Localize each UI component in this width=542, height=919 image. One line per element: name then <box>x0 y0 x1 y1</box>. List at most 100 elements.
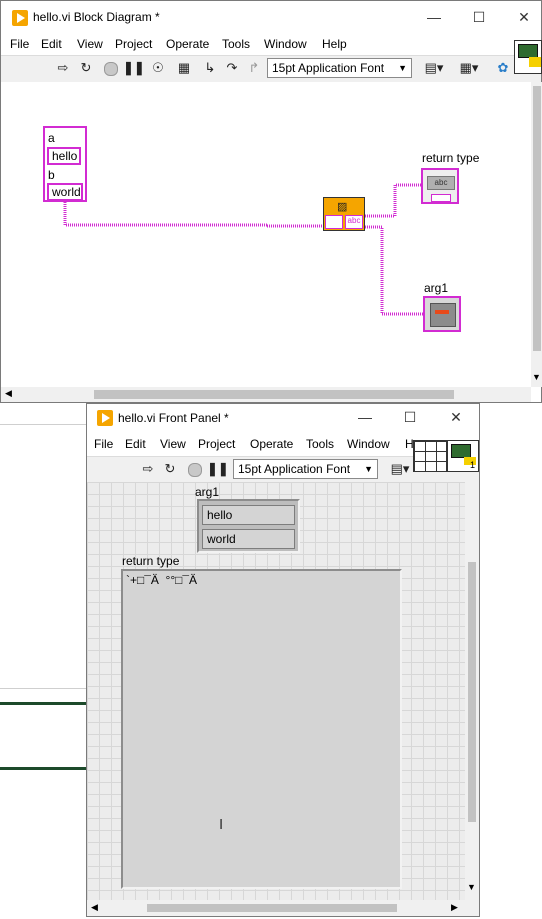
abort-icon[interactable] <box>186 460 204 478</box>
background-window-line <box>0 688 87 689</box>
return-type-value: `+□¯Ä °°□¯Ä <box>126 573 198 587</box>
menu-tools[interactable]: Tools <box>306 437 334 451</box>
pause-icon[interactable]: ❚❚ <box>123 59 145 77</box>
menu-help[interactable]: Help <box>322 37 347 51</box>
scroll-down-icon[interactable]: ▼ <box>532 372 541 382</box>
connector-number: 1 <box>470 460 476 470</box>
node-abc-glyph: abc <box>347 216 361 225</box>
vscroll-thumb[interactable] <box>468 562 476 822</box>
font-select[interactable]: 15pt Application Font ▼ <box>233 459 378 479</box>
menu-project[interactable]: Project <box>198 437 235 451</box>
close-icon[interactable]: ✕ <box>441 407 471 427</box>
run-arrow-icon[interactable]: ⇨ <box>139 460 157 478</box>
menu-edit[interactable]: Edit <box>41 37 62 51</box>
maximize-icon[interactable]: ☐ <box>395 407 425 427</box>
menu-operate[interactable]: Operate <box>166 37 209 51</box>
block-diagram-window: hello.vi Block Diagram * — ☐ ✕ File Edit… <box>0 0 542 403</box>
menu-file[interactable]: File <box>94 437 113 451</box>
scroll-left-icon[interactable]: ◀ <box>91 902 98 913</box>
front-panel-titlebar[interactable]: hello.vi Front Panel * — ☐ ✕ <box>87 404 479 436</box>
arg1-cluster[interactable]: hello world <box>197 499 300 553</box>
maximize-icon[interactable]: ☐ <box>464 7 494 27</box>
block-diagram-hscroll[interactable]: ◀ <box>1 387 531 402</box>
menu-file[interactable]: File <box>10 37 29 51</box>
align-objects-icon[interactable]: ▤▾ <box>387 460 413 478</box>
pause-icon[interactable]: ❚❚ <box>207 460 229 478</box>
highlight-execution-icon[interactable]: ☉ <box>149 59 167 77</box>
distribute-objects-icon[interactable]: ▦▾ <box>456 59 482 77</box>
front-panel-canvas[interactable]: arg1 hello world return type `+□¯Ä °°□¯Ä… <box>87 482 465 900</box>
background-wire <box>0 702 87 705</box>
run-continuously-icon[interactable]: ↻ <box>161 460 179 478</box>
vi-icon[interactable]: 1 <box>447 440 479 472</box>
hscroll-thumb[interactable] <box>147 904 397 912</box>
node-icon: ▨ <box>337 201 348 213</box>
arg1-field-b-value: world <box>207 532 236 546</box>
vi-icon-screen <box>451 444 471 458</box>
run-continuously-icon[interactable]: ↻ <box>77 59 95 77</box>
chevron-down-icon: ▼ <box>398 63 407 73</box>
arg1-field-a-value: hello <box>207 508 233 522</box>
minimize-icon[interactable]: — <box>350 407 380 427</box>
background-wire <box>0 767 87 770</box>
connector-pane[interactable] <box>413 440 447 472</box>
menu-window[interactable]: Window <box>347 437 390 451</box>
align-objects-icon[interactable]: ▤▾ <box>421 59 447 77</box>
block-diagram-vscroll[interactable]: ▼ <box>531 82 542 387</box>
front-panel-vscroll[interactable]: ▼ <box>465 482 479 900</box>
return-type-glyph: abc <box>434 178 448 187</box>
vi-icon-screen <box>518 44 538 58</box>
block-diagram-canvas[interactable]: a hello b world ▨ abc return type abc ar… <box>1 82 531 387</box>
block-diagram-titlebar[interactable]: hello.vi Block Diagram * — ☐ ✕ <box>1 1 541 33</box>
window-title: hello.vi Block Diagram * <box>33 10 160 24</box>
arg1-field-b[interactable]: world <box>202 529 295 549</box>
font-select[interactable]: 15pt Application Font ▼ <box>267 58 412 78</box>
return-type-indicator-tail <box>431 194 451 202</box>
minimize-icon[interactable]: — <box>419 7 449 27</box>
arg1-indicator-bar <box>435 310 449 314</box>
return-type-label: return type <box>122 554 180 568</box>
hscroll-thumb[interactable] <box>94 390 454 399</box>
scroll-left-icon[interactable]: ◀ <box>5 388 12 399</box>
menu-operate[interactable]: Operate <box>250 437 293 451</box>
scroll-right-icon[interactable]: ▶ <box>451 902 458 913</box>
menu-edit[interactable]: Edit <box>125 437 146 451</box>
step-out-icon[interactable]: ↱ <box>245 59 263 77</box>
font-select-value: 15pt Application Font <box>272 61 385 75</box>
abort-icon[interactable] <box>102 59 120 77</box>
menu-window[interactable]: Window <box>264 37 307 51</box>
vscroll-thumb[interactable] <box>533 86 541 351</box>
scroll-down-icon[interactable]: ▼ <box>467 882 476 892</box>
menu-view[interactable]: View <box>160 437 186 451</box>
arg1-indicator[interactable] <box>423 296 461 332</box>
return-type-indicator-display: abc <box>427 176 455 190</box>
arg1-label: arg1 <box>195 485 220 499</box>
arg1-indicator-label: arg1 <box>424 281 449 295</box>
menu-tools[interactable]: Tools <box>222 37 250 51</box>
close-icon[interactable]: ✕ <box>509 7 539 27</box>
retain-wire-values-icon[interactable]: ▦ <box>175 59 193 77</box>
wires <box>63 183 425 316</box>
run-arrow-icon[interactable]: ⇨ <box>54 59 72 77</box>
block-diagram-toolbar: ⇨ ↻ ❚❚ ☉ ▦ ↳ ↷ ↱ 15pt Application Font ▼… <box>1 55 541 83</box>
arg1-field-a[interactable]: hello <box>202 505 295 525</box>
vi-icon-arrow <box>529 57 541 67</box>
node-abc-terminal: abc <box>345 215 363 229</box>
block-diagram-menubar: File Edit View Project Operate Tools Win… <box>1 34 541 54</box>
return-type-indicator[interactable]: abc <box>421 168 459 204</box>
vi-icon[interactable] <box>514 40 542 74</box>
step-over-icon[interactable]: ↷ <box>223 59 241 77</box>
front-panel-hscroll[interactable]: ◀ ▶ <box>87 900 479 916</box>
front-panel-window: hello.vi Front Panel * — ☐ ✕ File Edit V… <box>86 403 480 917</box>
text-cursor-icon: I <box>219 816 224 833</box>
menu-project[interactable]: Project <box>115 37 152 51</box>
chevron-down-icon: ▼ <box>364 464 373 474</box>
labview-icon <box>12 10 28 26</box>
return-type-indicator[interactable]: `+□¯Ä °°□¯Ä I <box>121 569 402 889</box>
step-into-icon[interactable]: ↳ <box>201 59 219 77</box>
node-terminal <box>325 215 343 229</box>
menu-view[interactable]: View <box>77 37 103 51</box>
clean-up-diagram-icon[interactable]: ✿ <box>494 59 512 77</box>
function-node[interactable]: ▨ abc <box>323 197 365 231</box>
font-select-value: 15pt Application Font <box>238 462 351 476</box>
